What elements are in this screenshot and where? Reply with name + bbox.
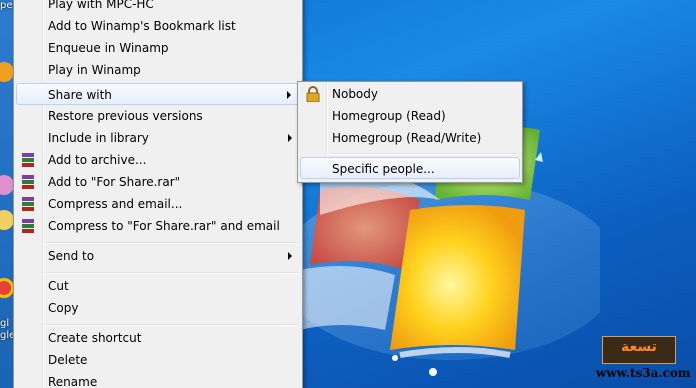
- menu-item-label: Add to "For Share.rar": [48, 175, 181, 189]
- menu-item-send-to[interactable]: Send to: [16, 245, 300, 267]
- desktop: pe gl gle Play with MPC-HC Add to Winamp…: [0, 0, 696, 388]
- submenu-item-homegroup-read-write[interactable]: Homegroup (Read/Write): [300, 127, 520, 149]
- submenu-item-label: Homegroup (Read/Write): [332, 131, 482, 145]
- submenu-item-label: Homegroup (Read): [332, 109, 446, 123]
- menu-item-play-in-winamp[interactable]: Play in Winamp: [16, 59, 300, 81]
- menu-item-label: Share with: [48, 88, 112, 102]
- submenu-arrow-icon: [287, 91, 291, 99]
- menu-item-add-to-archive[interactable]: Add to archive...: [16, 149, 300, 171]
- menu-item-label: Play with MPC-HC: [48, 0, 154, 11]
- menu-item-add-winamp-bookmark[interactable]: Add to Winamp's Bookmark list: [16, 15, 300, 37]
- menu-item-label: Restore previous versions: [48, 109, 203, 123]
- menu-item-label: Enqueue in Winamp: [48, 41, 169, 55]
- submenu-arrow-icon: [288, 252, 292, 260]
- menu-item-compress-and-email[interactable]: Compress and email...: [16, 193, 300, 215]
- menu-item-label: Play in Winamp: [48, 63, 141, 77]
- submenu-arrow-icon: [288, 134, 292, 142]
- menu-item-label: Cut: [48, 279, 69, 293]
- winrar-icon: [22, 153, 34, 167]
- submenu-item-label: Specific people...: [332, 162, 435, 176]
- winrar-icon: [22, 219, 34, 233]
- menu-item-rename[interactable]: Rename: [16, 371, 300, 388]
- menu-separator: [330, 153, 518, 155]
- menu-item-label: Include in library: [48, 131, 149, 145]
- submenu-item-homegroup-read[interactable]: Homegroup (Read): [300, 105, 520, 127]
- menu-item-label: Compress and email...: [48, 197, 183, 211]
- menu-separator: [46, 242, 298, 244]
- menu-separator: [46, 324, 298, 326]
- menu-item-cut[interactable]: Cut: [16, 275, 300, 297]
- menu-item-add-to-for-share-rar[interactable]: Add to "For Share.rar": [16, 171, 300, 193]
- menu-item-label: Send to: [48, 249, 95, 263]
- share-with-submenu: Nobody Homegroup (Read) Homegroup (Read/…: [297, 81, 523, 183]
- menu-item-label: Add to Winamp's Bookmark list: [48, 19, 236, 33]
- menu-item-label: Create shortcut: [48, 331, 142, 345]
- menu-item-enqueue-winamp[interactable]: Enqueue in Winamp: [16, 37, 300, 59]
- menu-item-copy[interactable]: Copy: [16, 297, 300, 319]
- menu-item-label: Compress to "For Share.rar" and email: [48, 219, 280, 233]
- desktop-icon-label: pe: [0, 0, 13, 11]
- context-menu: Play with MPC-HC Add to Winamp's Bookmar…: [13, 0, 303, 388]
- submenu-item-nobody[interactable]: Nobody: [300, 83, 520, 105]
- watermark-url: www.ts3a.com: [596, 366, 691, 380]
- watermark-logo: تسعة: [602, 336, 676, 364]
- menu-item-delete[interactable]: Delete: [16, 349, 300, 371]
- watermark-logo-text: تسعة: [621, 339, 657, 355]
- menu-item-share-with[interactable]: Share with: [16, 83, 300, 105]
- menu-item-play-with-mpc[interactable]: Play with MPC-HC: [16, 0, 300, 15]
- menu-item-compress-to-rar-and-email[interactable]: Compress to "For Share.rar" and email: [16, 215, 300, 237]
- lock-icon: [306, 86, 320, 102]
- menu-item-label: Rename: [48, 375, 98, 388]
- winrar-icon: [22, 197, 34, 211]
- menu-separator: [46, 272, 298, 274]
- winrar-icon: [22, 175, 34, 189]
- menu-item-create-shortcut[interactable]: Create shortcut: [16, 327, 300, 349]
- submenu-item-label: Nobody: [332, 87, 378, 101]
- menu-item-label: Delete: [48, 353, 88, 367]
- menu-item-label: Copy: [48, 301, 79, 315]
- menu-item-restore-previous-versions[interactable]: Restore previous versions: [16, 105, 300, 127]
- menu-item-label: Add to archive...: [48, 153, 147, 167]
- submenu-item-specific-people[interactable]: Specific people...: [300, 157, 520, 179]
- desktop-icon-label: gl: [0, 318, 10, 329]
- menu-item-include-in-library[interactable]: Include in library: [16, 127, 300, 149]
